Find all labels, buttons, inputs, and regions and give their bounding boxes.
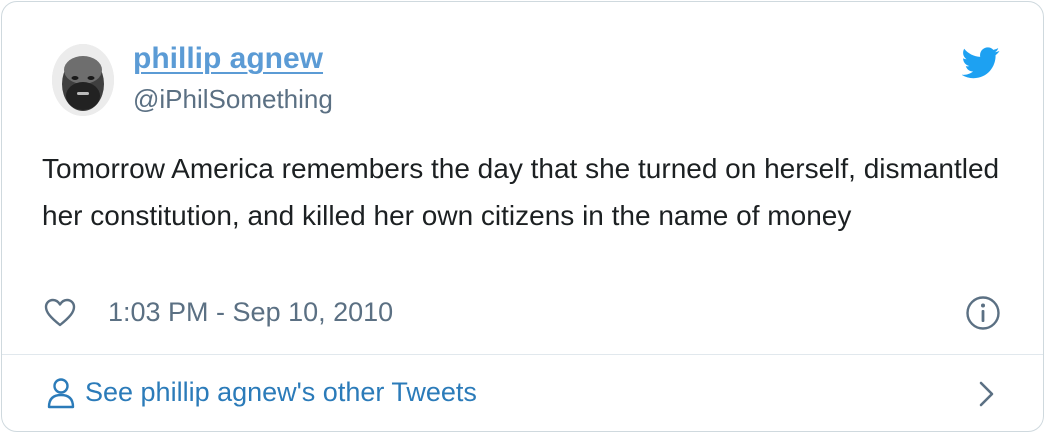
tweet-text: Tomorrow America remembers the day that … [42, 153, 1000, 231]
see-other-tweets-label: See phillip agnew's other Tweets [85, 377, 477, 407]
see-other-tweets-link[interactable]: See phillip agnew's other Tweets [2, 355, 1043, 431]
chevron-right-icon [979, 381, 994, 407]
info-icon[interactable] [965, 295, 1001, 331]
tweet-timestamp[interactable]: 1:03 PM - Sep 10, 2010 [108, 297, 393, 328]
person-icon [47, 378, 75, 409]
heart-icon[interactable] [44, 298, 76, 328]
tweet-card: phillip agnew @iPhilSomething Tomorrow A… [1, 1, 1044, 432]
author-name[interactable]: phillip agnew [133, 42, 323, 76]
twitter-bird-icon[interactable] [962, 46, 1000, 80]
avatar-image [52, 44, 114, 116]
avatar[interactable] [52, 44, 114, 116]
author-handle[interactable]: @iPhilSomething [133, 84, 333, 115]
tweet-meta-row: 1:03 PM - Sep 10, 2010 [42, 294, 1012, 334]
